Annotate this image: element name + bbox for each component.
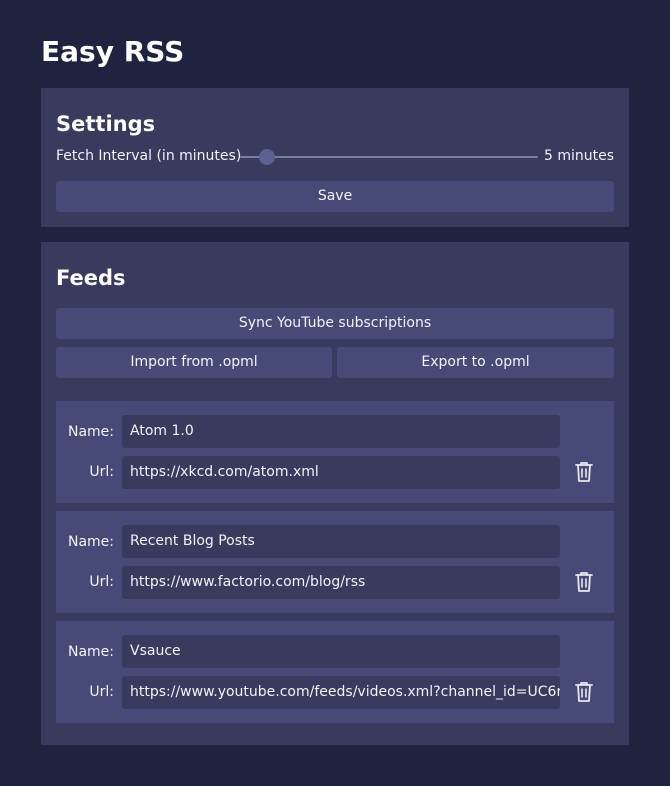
settings-panel: Settings Fetch Interval (in minutes) 5 m… (41, 88, 629, 227)
trash-icon (575, 462, 593, 482)
feed-name-label: Name: (67, 424, 114, 440)
feed-item: Name: Vsauce Url: https://www.youtube.co… (56, 621, 614, 723)
feed-name-label: Name: (67, 644, 114, 660)
delete-feed-button[interactable] (573, 570, 595, 594)
save-button[interactable]: Save (56, 181, 614, 212)
fetch-interval-slider[interactable] (240, 149, 538, 165)
trash-icon (575, 682, 593, 702)
feed-name-label: Name: (67, 534, 114, 550)
delete-feed-button[interactable] (573, 680, 595, 704)
slider-thumb[interactable] (258, 149, 275, 165)
trash-icon (575, 572, 593, 592)
settings-title: Settings (56, 112, 156, 136)
feed-url-input[interactable]: https://www.factorio.com/blog/rss (122, 566, 560, 599)
feeds-title: Feeds (56, 266, 126, 290)
sync-youtube-button[interactable]: Sync YouTube subscriptions (56, 308, 614, 339)
feeds-panel: Feeds Sync YouTube subscriptions Import … (41, 242, 629, 745)
export-opml-button[interactable]: Export to .opml (337, 347, 614, 378)
feed-url-input[interactable]: https://www.youtube.com/feeds/videos.xml… (122, 676, 560, 709)
feed-item: Name: Atom 1.0 Url: https://xkcd.com/ato… (56, 401, 614, 503)
feed-url-label: Url: (89, 574, 114, 590)
feed-name-input[interactable]: Vsauce (122, 635, 560, 668)
import-opml-button[interactable]: Import from .opml (56, 347, 332, 378)
feed-url-input[interactable]: https://xkcd.com/atom.xml (122, 456, 560, 489)
app-title: Easy RSS (41, 35, 185, 68)
feed-url-label: Url: (89, 464, 114, 480)
fetch-interval-value: 5 minutes (543, 148, 614, 164)
delete-feed-button[interactable] (573, 460, 595, 484)
fetch-interval-label: Fetch Interval (in minutes) (56, 148, 242, 164)
feed-name-input[interactable]: Recent Blog Posts (122, 525, 560, 558)
feed-item: Name: Recent Blog Posts Url: https://www… (56, 511, 614, 613)
feed-name-input[interactable]: Atom 1.0 (122, 415, 560, 448)
feed-url-label: Url: (89, 684, 114, 700)
